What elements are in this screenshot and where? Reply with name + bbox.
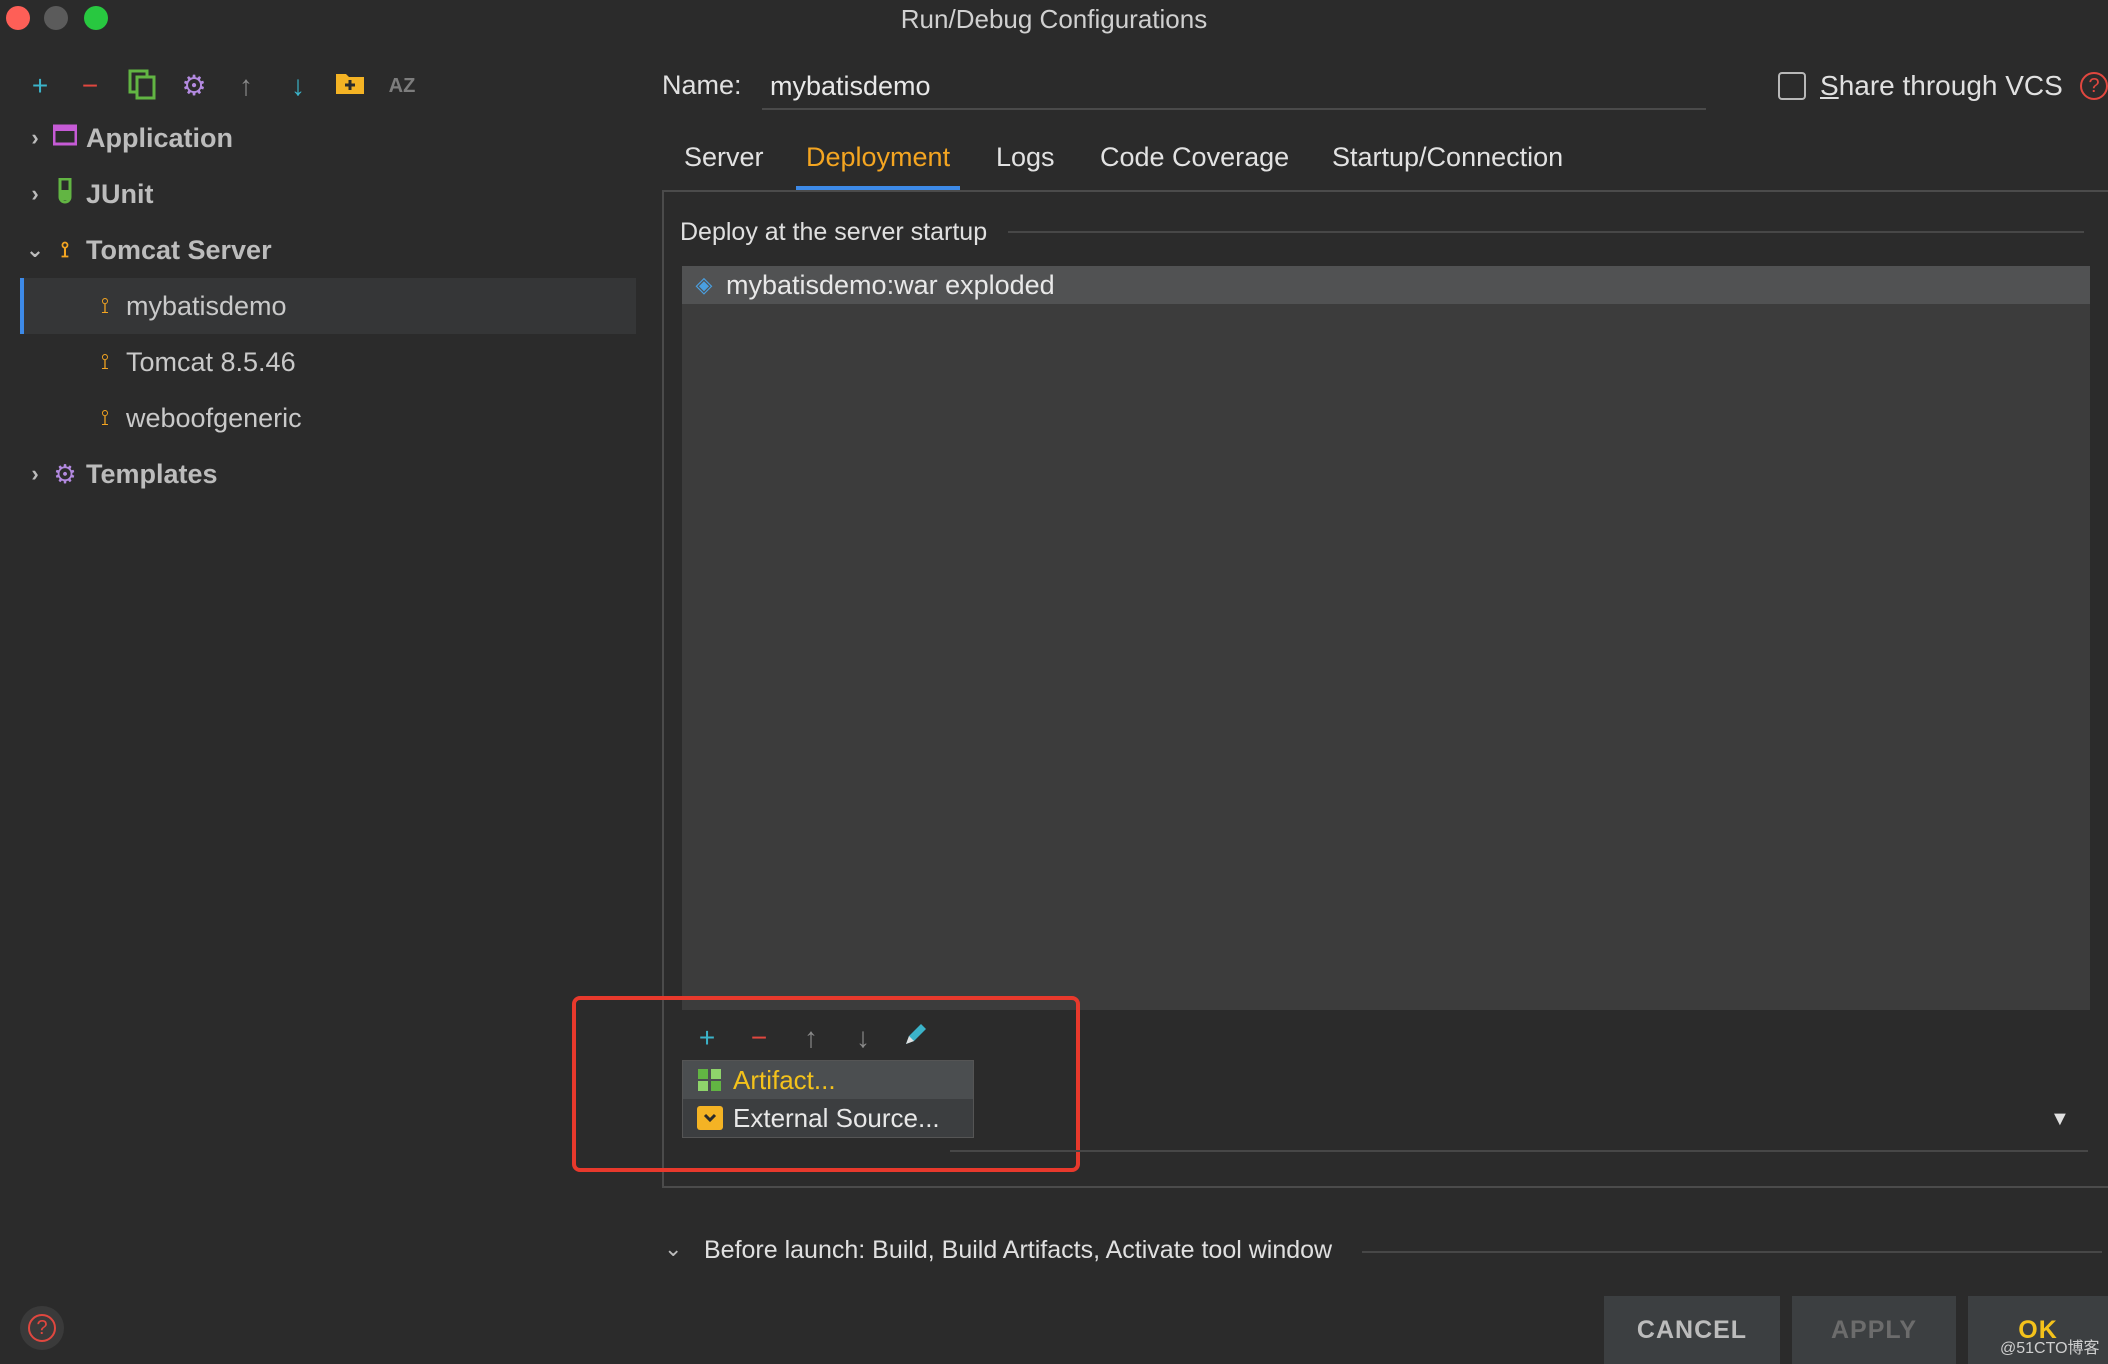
tree-item-label: Templates: [86, 458, 218, 489]
folder-add-icon[interactable]: [332, 68, 368, 104]
dropdown-underline: [950, 1150, 2088, 1152]
window-title: Run/Debug Configurations: [900, 4, 1208, 34]
tree-item-templates[interactable]: › ⚙ Templates: [20, 446, 636, 502]
tree-item-label: JUnit: [86, 178, 154, 209]
tab-server[interactable]: Server: [684, 142, 764, 190]
share-vcs-checkbox[interactable]: [1778, 72, 1806, 100]
tree-item-label: Application: [86, 122, 233, 153]
tomcat-icon: ⟟: [100, 349, 110, 374]
highlight-frame: [572, 996, 1080, 1172]
chevron-right-icon[interactable]: ›: [20, 461, 50, 487]
artifact-exploded-icon: ◈: [695, 272, 713, 297]
section-divider: [1008, 231, 2084, 233]
chevron-down-icon[interactable]: ⌄: [20, 237, 50, 263]
share-vcs-label[interactable]: Share through VCS: [1820, 70, 2063, 102]
tree-item-junit[interactable]: › JUnit: [20, 166, 636, 222]
tree-item-label: weboofgeneric: [126, 402, 302, 433]
deployment-item-label: mybatisdemo:war exploded: [726, 269, 1055, 300]
add-icon[interactable]: +: [22, 68, 58, 104]
share-vcs-mnemonic: S: [1820, 70, 1839, 101]
deployment-list[interactable]: [682, 266, 2090, 1010]
share-vcs-label-text: hare through VCS: [1838, 70, 2063, 101]
sort-az-icon[interactable]: AZ: [384, 68, 420, 104]
chevron-right-icon[interactable]: ›: [20, 181, 50, 207]
tree-item-weboofgeneric[interactable]: ⟟ weboofgeneric: [20, 390, 636, 446]
before-launch-label[interactable]: Before launch: Build, Build Artifacts, A…: [704, 1236, 1332, 1265]
tab-logs[interactable]: Logs: [996, 142, 1055, 190]
cancel-button[interactable]: CANCEL: [1604, 1296, 1780, 1364]
tree-item-tomcat-server[interactable]: ⌄ ⟟ Tomcat Server: [20, 222, 636, 278]
tree-item-label: Tomcat Server: [86, 234, 272, 265]
chevron-down-icon[interactable]: ⌄: [664, 1236, 682, 1262]
settings-icon[interactable]: ⚙: [176, 68, 212, 104]
section-title: Deploy at the server startup: [680, 218, 988, 246]
tree-item-tomcat-version[interactable]: ⟟ Tomcat 8.5.46: [20, 334, 636, 390]
name-label: Name:: [662, 70, 742, 100]
test-tube-icon: [50, 177, 80, 210]
move-down-icon[interactable]: ↓: [280, 68, 316, 104]
chevron-right-icon[interactable]: ›: [20, 125, 50, 151]
tree-item-mybatisdemo[interactable]: ⟟ mybatisdemo: [20, 278, 636, 334]
remove-icon[interactable]: −: [72, 68, 108, 104]
before-launch-divider: [1362, 1251, 2102, 1253]
tomcat-icon: ⟟: [100, 293, 110, 318]
dropdown-arrow-icon[interactable]: ▼: [2050, 1108, 2070, 1131]
gear-icon: ⚙: [53, 458, 77, 489]
deployment-list-item[interactable]: ◈ mybatisdemo:war exploded: [682, 266, 2090, 304]
tab-code-coverage[interactable]: Code Coverage: [1100, 142, 1289, 190]
apply-button[interactable]: APPLY: [1792, 1296, 1956, 1364]
tree-item-label: Tomcat 8.5.46: [126, 346, 296, 377]
watermark: @51CTO博客: [2000, 1340, 2100, 1357]
help-icon[interactable]: ?: [2080, 72, 2108, 100]
tree-item-label: mybatisdemo: [126, 290, 287, 321]
application-icon: [50, 124, 80, 152]
name-input[interactable]: [762, 64, 1706, 110]
tab-deployment[interactable]: Deployment: [796, 142, 961, 190]
help-icon[interactable]: ?: [28, 1314, 56, 1342]
tomcat-icon: ⟟: [100, 405, 110, 430]
tab-startup-connection[interactable]: Startup/Connection: [1332, 142, 1563, 190]
copy-icon[interactable]: [124, 68, 160, 104]
move-up-icon[interactable]: ↑: [228, 68, 264, 104]
tomcat-icon: ⟟: [60, 237, 70, 262]
tree-item-application[interactable]: › Application: [20, 110, 636, 166]
